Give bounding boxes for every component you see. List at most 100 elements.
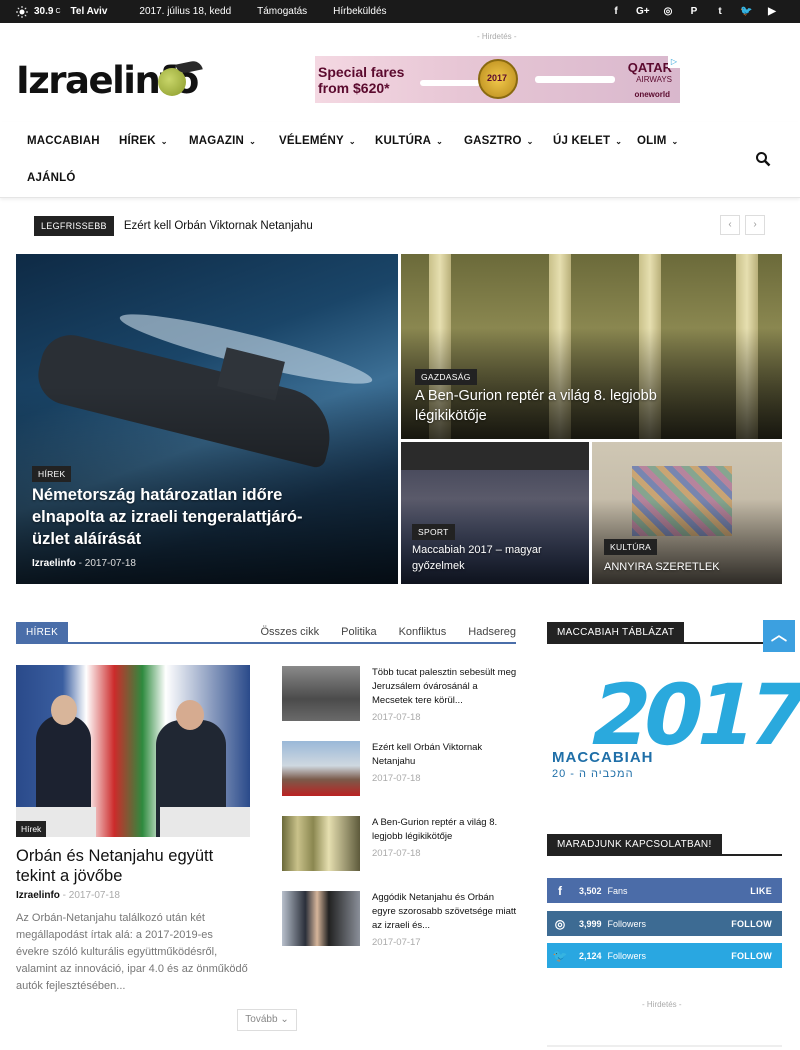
submit-news-link[interactable]: Hírbeküldés (333, 6, 386, 17)
nav-item-velemeny[interactable]: VÉLEMÉNY ⌄ (279, 135, 356, 147)
nav-label: AJÁNLÓ (27, 172, 76, 184)
list-item-date: 2017-07-18 (372, 712, 421, 723)
nav-label: MAGAZIN (189, 135, 245, 147)
hero-article-bottom-left[interactable]: SPORT Maccabiah 2017 – magyar győzelmek (401, 442, 589, 584)
facebook-counter[interactable]: f 3,502 Fans LIKE (547, 878, 782, 903)
nav-item-magazin[interactable]: MAGAZIN ⌄ (189, 135, 256, 147)
list-item[interactable]: Aggódik Netanjahu és Orbán egyre szorosa… (282, 891, 518, 948)
chevron-down-icon: ⌄ (160, 137, 168, 146)
ticker-headline[interactable]: Ezért kell Orbán Viktornak Netanjahu (124, 220, 313, 232)
facebook-unit: Fans (607, 885, 628, 896)
airline-logo: QATAR AIRWAYS (628, 61, 672, 86)
nav-item-hirek[interactable]: HÍREK ⌄ (119, 135, 168, 147)
filter-conflict[interactable]: Konfliktus (399, 626, 447, 638)
ticker-next-button[interactable]: › (745, 215, 765, 235)
hero-article-title[interactable]: Maccabiah 2017 – magyar győzelmek (412, 542, 552, 574)
current-date: 2017. július 18, kedd (139, 6, 232, 17)
hero-main-meta: Izraelinfo - 2017-07-18 (32, 558, 136, 569)
nav-item-kultura[interactable]: KULTÚRA ⌄ (375, 135, 443, 147)
weather-city: Tel Aviv (70, 6, 108, 17)
list-item-date: 2017-07-18 (372, 773, 421, 784)
article-thumbnail[interactable] (282, 816, 360, 871)
twitter-icon[interactable]: 🐦 (740, 6, 752, 17)
article-author[interactable]: Izraelinfo (16, 890, 60, 901)
hero-article-bottom-right[interactable]: KULTÚRA ANNYIRA SZERETLEK (592, 442, 782, 584)
article-thumbnail[interactable] (282, 741, 360, 796)
maccabiah-word: MACCABIAH (552, 749, 654, 766)
facebook-like-button[interactable]: LIKE (750, 886, 772, 896)
divider (547, 1045, 782, 1047)
chevron-down-icon: ⌄ (615, 137, 623, 146)
featured-article-title[interactable]: Orbán és Netanjahu együtt tekint a jövőb… (16, 846, 250, 886)
hero-main-title[interactable]: Németország határozatlan időre elnapolta… (32, 484, 322, 550)
list-item[interactable]: Több tucat palesztin sebesült meg Jeruzs… (282, 666, 518, 723)
instagram-unit: Followers (607, 918, 647, 929)
category-badge[interactable]: KULTÚRA (604, 539, 658, 555)
instagram-icon[interactable]: ◎ (662, 6, 674, 17)
nav-label: HÍREK (119, 135, 156, 147)
support-link[interactable]: Támogatás (257, 6, 307, 17)
filter-politics[interactable]: Politika (341, 626, 376, 638)
article-author[interactable]: Izraelinfo (32, 558, 76, 569)
filter-all[interactable]: Összes cikk (260, 626, 319, 638)
banner-headline: Special fares from $620* (318, 64, 405, 96)
twitter-follow-button[interactable]: FOLLOW (731, 951, 772, 961)
widget-label: MACCABIAH TÁBLÁZAT (547, 622, 685, 644)
article-date: 2017-07-18 (68, 890, 120, 901)
sun-icon (16, 5, 28, 18)
list-item-title[interactable]: Aggódik Netanjahu és Orbán egyre szorosa… (372, 891, 518, 933)
list-item-title[interactable]: Ezért kell Orbán Viktornak Netanjahu (372, 741, 518, 769)
instagram-counter[interactable]: ◎ 3,999 Followers FOLLOW (547, 911, 782, 936)
site-logo[interactable]: Izraelinfo (16, 58, 203, 104)
sidebar-ad-label: - Hirdetés - (642, 1000, 682, 1009)
category-badge[interactable]: GAZDASÁG (415, 369, 477, 385)
ad-label: - Hirdetés - (477, 32, 517, 41)
filter-army[interactable]: Hadsereg (468, 626, 516, 638)
maccabiah-logo[interactable]: 2017 MACCABIAH 20 - המכביה ה (550, 665, 800, 805)
main-nav: MACCABIAH HÍREK ⌄ MAGAZIN ⌄ VÉLEMÉNY ⌄ KULT… (0, 122, 800, 198)
hero-article-title[interactable]: ANNYIRA SZERETLEK (604, 559, 774, 575)
googleplus-icon[interactable]: G+ (636, 6, 650, 17)
nav-item-gasztro[interactable]: GASZTRO ⌄ (464, 135, 534, 147)
facebook-count: 3,502 (579, 885, 602, 896)
list-item-title[interactable]: A Ben-Gurion reptér a világ 8. legjobb l… (372, 816, 518, 844)
category-badge[interactable]: Hírek (16, 821, 47, 837)
youtube-icon[interactable]: ▶ (766, 6, 778, 17)
nav-item-olim[interactable]: OLIM ⌄ (637, 135, 678, 147)
category-badge[interactable]: SPORT (412, 524, 455, 540)
search-icon[interactable] (755, 151, 771, 167)
tumblr-icon[interactable]: t (714, 6, 726, 17)
banner-ad[interactable]: Special fares from $620* 2017 QATAR AIRW… (315, 56, 680, 103)
article-thumbnail[interactable] (282, 666, 360, 721)
hero-main-article[interactable]: HÍREK Németország határozatlan időre eln… (16, 254, 398, 584)
article-date: 2017-07-18 (84, 558, 136, 569)
chevron-right-icon: › (753, 219, 757, 230)
ticker-prev-button[interactable]: ‹ (720, 215, 740, 235)
twitter-icon: 🐦 (552, 948, 568, 963)
breaking-news-ticker: LEGFRISSEBB Ezért kell Orbán Viktornak N… (34, 215, 313, 236)
nav-item-maccabiah[interactable]: MACCABIAH (27, 135, 100, 147)
hero-article-title[interactable]: A Ben-Gurion reptér a világ 8. legjobb l… (415, 386, 705, 426)
hero-article-top-right[interactable]: GAZDASÁG A Ben-Gurion reptér a világ 8. … (401, 254, 782, 439)
facebook-icon[interactable]: f (610, 6, 622, 17)
adchoices-icon[interactable]: ▷ (668, 56, 680, 68)
list-item[interactable]: Ezért kell Orbán Viktornak Netanjahu 201… (282, 741, 518, 797)
more-button[interactable]: Tovább ⌄ (237, 1009, 297, 1031)
section-filters: Összes cikk Politika Konfliktus Hadsereg (260, 626, 516, 638)
nav-label: OLIM (637, 135, 667, 147)
nav-item-ajanlo[interactable]: AJÁNLÓ (27, 172, 75, 184)
chevron-down-icon: ⌄ (249, 137, 256, 146)
list-item-title[interactable]: Több tucat palesztin sebesült meg Jeruzs… (372, 666, 518, 708)
list-item[interactable]: A Ben-Gurion reptér a világ 8. legjobb l… (282, 816, 518, 872)
category-badge[interactable]: HÍREK (32, 466, 72, 482)
instagram-follow-button[interactable]: FOLLOW (731, 919, 772, 929)
banner-badge-year: 2017 (487, 73, 508, 83)
chevron-down-icon: ⌄ (348, 137, 356, 146)
maccabiah-widget-header: MACCABIAH TÁBLÁZAT (547, 622, 782, 644)
nav-item-uj-kelet[interactable]: ÚJ KELET ⌄ (553, 135, 622, 147)
article-thumbnail[interactable] (282, 891, 360, 946)
pinterest-icon[interactable]: P (688, 6, 700, 17)
featured-article-image[interactable]: Hírek (16, 665, 250, 837)
scroll-to-top-button[interactable]: ︿ (763, 620, 795, 652)
twitter-counter[interactable]: 🐦 2,124 Followers FOLLOW (547, 943, 782, 968)
